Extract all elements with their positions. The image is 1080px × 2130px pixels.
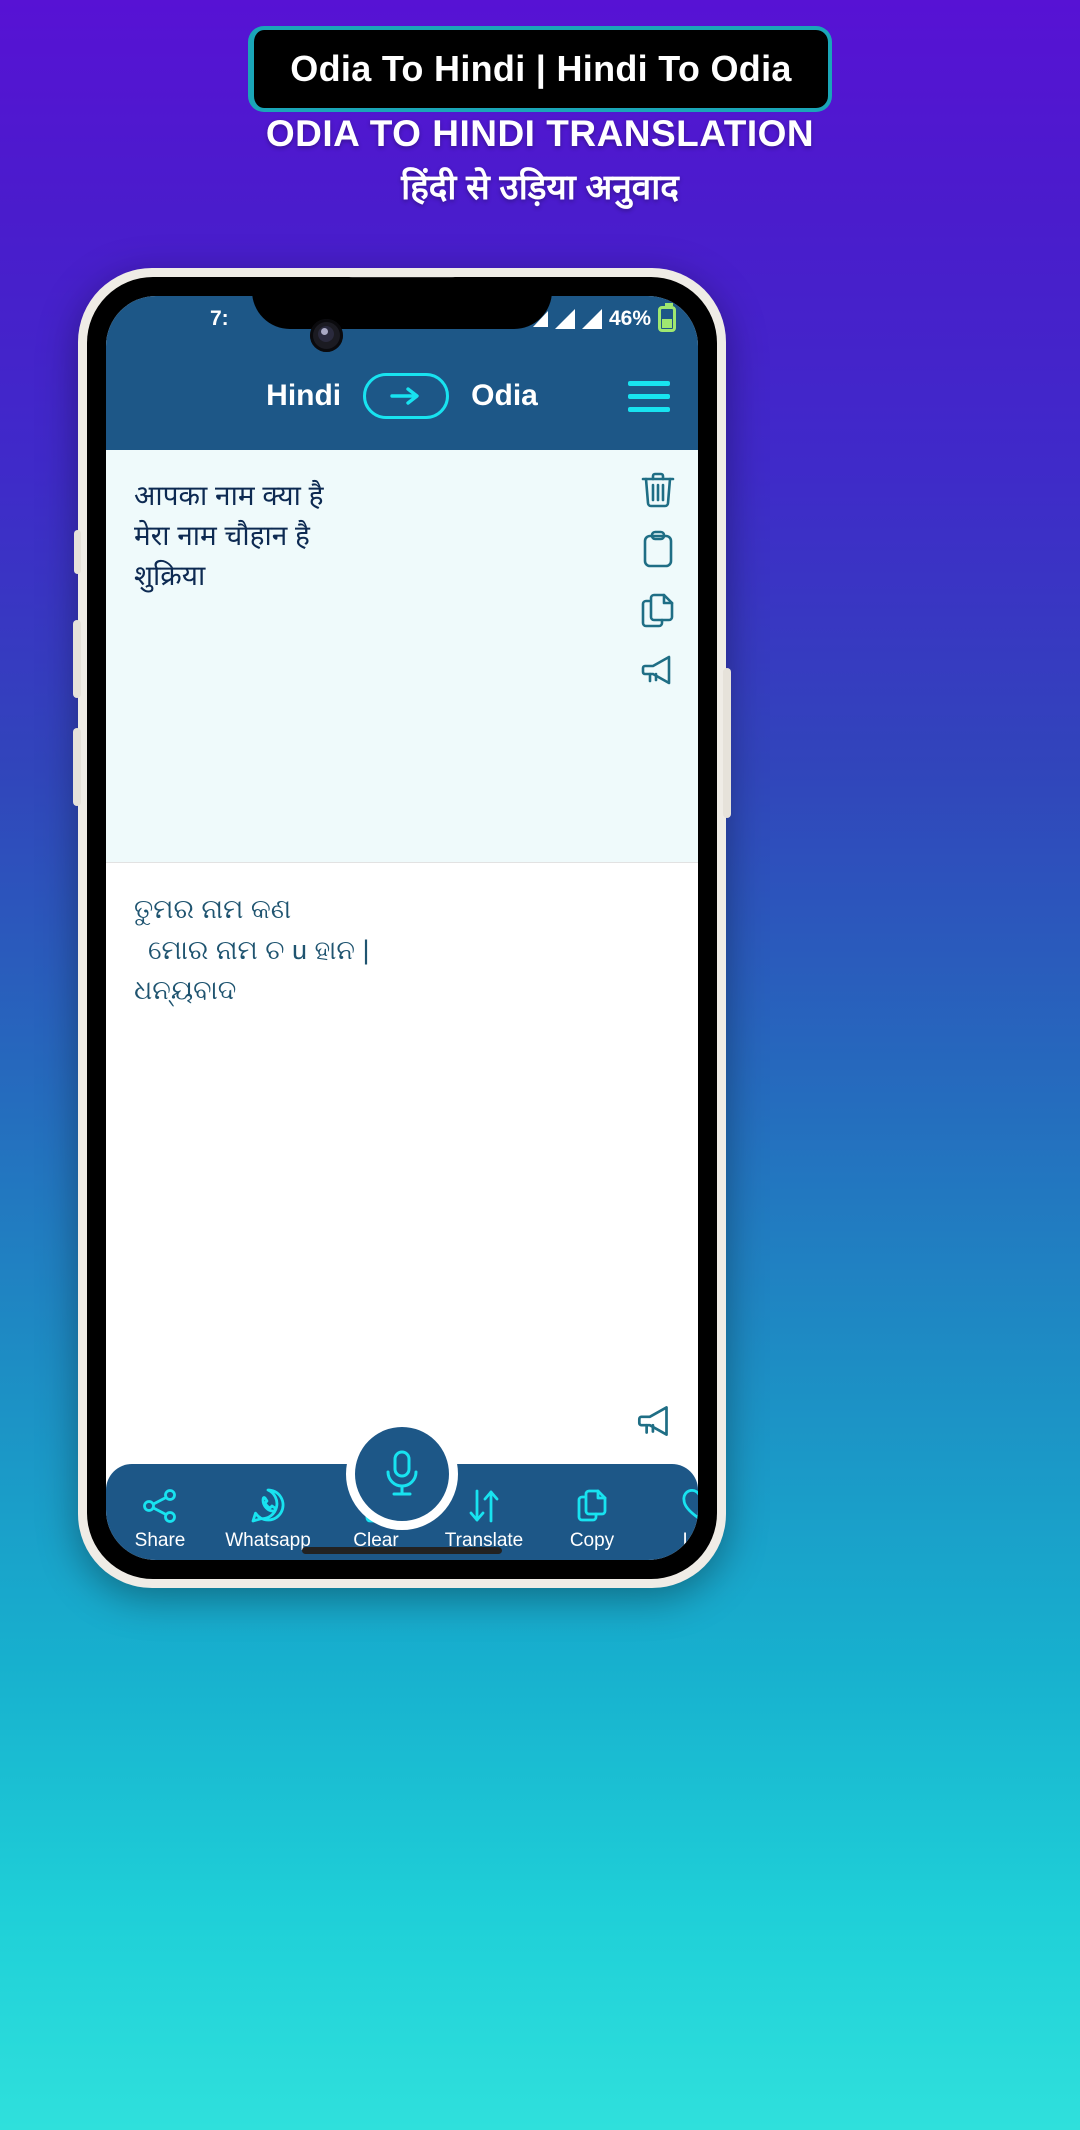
battery-icon: [658, 303, 676, 332]
source-language-label[interactable]: Hindi: [266, 379, 341, 413]
nav-label: Whatsapp: [225, 1530, 311, 1551]
speak-translation-button[interactable]: [632, 1398, 678, 1444]
phone-mockup: 7: 46% Hindi Odia आपका नाम क्या है मेरा …: [73, 268, 731, 1588]
battery-percent-label: 46%: [608, 307, 651, 330]
delete-icon[interactable]: [636, 468, 680, 512]
status-time: 7:: [210, 307, 229, 330]
translated-text-line: ମୋର ନାମ ଚ u ହାନ |: [148, 934, 370, 965]
nav-label: Like: [682, 1530, 698, 1551]
paste-icon[interactable]: [636, 528, 680, 572]
source-text-area[interactable]: आपका नाम क्या है मेरा नाम चौहान है शुक्र…: [106, 450, 698, 862]
nav-label: Share: [134, 1530, 186, 1551]
microphone-icon: [386, 1450, 418, 1496]
promo-subheadline: हिंदी से उड़िया अनुवाद: [401, 168, 679, 207]
heart-icon: [682, 1488, 698, 1520]
translate-swap-icon: [469, 1489, 499, 1523]
promo-badge-title: Odia To Hindi | Hindi To Odia: [248, 26, 832, 112]
speak-icon: [637, 1406, 668, 1436]
hamburger-menu-icon[interactable]: [628, 380, 670, 412]
arrow-right-icon: [390, 387, 419, 405]
nav-whatsapp-button[interactable]: Whatsapp: [214, 1486, 322, 1552]
swap-language-button[interactable]: [363, 373, 450, 419]
phone-screen: 7: 46% Hindi Odia आपका नाम क्या है मेरा …: [106, 296, 698, 1560]
whatsapp-icon: [251, 1488, 285, 1523]
nav-like-button[interactable]: Like: [646, 1486, 698, 1552]
front-camera: [310, 319, 343, 352]
target-language-label[interactable]: Odia: [471, 379, 538, 413]
copy-icon[interactable]: [636, 588, 680, 632]
source-text-line: मेरा नाम चौहान है: [134, 519, 310, 551]
speak-icon[interactable]: [636, 648, 680, 692]
mute-switch: [74, 530, 81, 574]
phone-body: 7: 46% Hindi Odia आपका नाम क्या है मेरा …: [87, 277, 717, 1579]
signal-bars-icon: [554, 309, 575, 329]
status-indicators: 46%: [532, 303, 676, 332]
source-text-line: आपका नाम क्या है: [134, 480, 324, 511]
share-icon: [143, 1489, 176, 1523]
earpiece-speaker: [346, 277, 458, 278]
volume-up-button: [73, 620, 81, 698]
home-indicator: [302, 1547, 502, 1554]
signal-bars-icon: [581, 309, 602, 329]
promo-headline: ODIA TO HINDI TRANSLATION: [265, 113, 815, 154]
app-bar: Hindi Odia: [106, 342, 698, 450]
nav-label: Copy: [569, 1530, 615, 1551]
phone-notch: [252, 277, 552, 329]
source-tools: [636, 468, 680, 692]
volume-down-button: [73, 728, 81, 806]
voice-input-button[interactable]: [346, 1418, 458, 1530]
nav-copy-button[interactable]: Copy: [538, 1486, 646, 1552]
translated-text-area[interactable]: ତୁମର ନାମ କଣ ମୋର ନାମ ଚ u ହାନ | ଧନ୍ୟବାଦ: [106, 862, 698, 1464]
promo-badge-container: Odia To Hindi | Hindi To Odia: [0, 26, 1080, 112]
power-button: [723, 668, 731, 818]
source-text-line: शुक्रिया: [134, 559, 206, 591]
bottom-navigation-bar: Share Whatsapp Clear Translate Copy Li: [106, 1418, 698, 1560]
translated-text-line: ଧନ୍ୟବାଦ: [134, 975, 237, 1005]
translated-text-line: ତୁମର ନାମ କଣ: [134, 894, 292, 924]
nav-share-button[interactable]: Share: [106, 1486, 214, 1552]
copy-icon: [577, 1489, 607, 1522]
